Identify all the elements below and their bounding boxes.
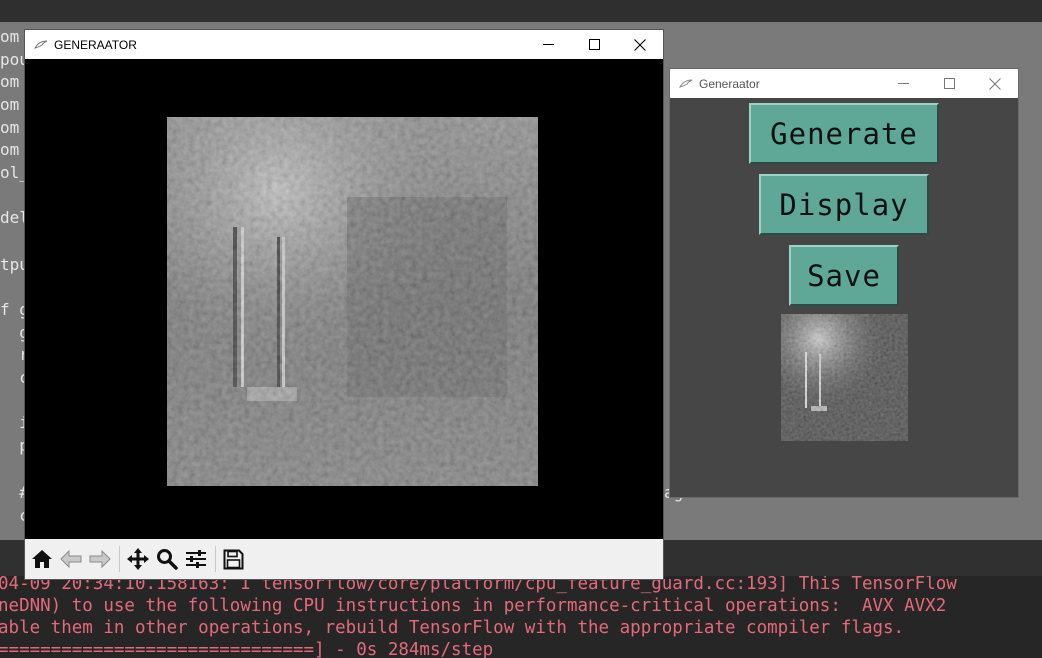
pan-icon [126, 548, 149, 570]
maximize-icon [588, 39, 600, 50]
code-line: om [0, 95, 20, 114]
close-icon [989, 77, 1001, 90]
home-icon [31, 550, 52, 568]
zoom-icon [156, 549, 178, 570]
pan-button[interactable] [126, 548, 149, 571]
forward-icon [89, 550, 111, 568]
figure-window: GENERAATOR [24, 29, 664, 580]
window-title: Generaator [699, 76, 760, 91]
back-button[interactable] [59, 548, 82, 571]
toolbar-separator [215, 546, 216, 572]
generated-image [167, 117, 538, 486]
maximize-button[interactable] [571, 30, 617, 59]
code-line: om [0, 27, 20, 46]
display-button[interactable]: Display [759, 174, 929, 235]
terminal-line: ==============================] - 0s 284… [0, 640, 494, 658]
minimize-icon [542, 44, 554, 45]
toolbar-separator [119, 546, 120, 572]
editor-tab-bar [0, 0, 1042, 22]
feather-icon [679, 79, 693, 89]
window-title: GENERAATOR [54, 37, 137, 52]
configure-subplots-icon [185, 550, 206, 568]
maximize-icon [943, 78, 955, 89]
close-icon [634, 38, 646, 51]
terminal-output[interactable]: 04-09 20:34:10.158163: I tensorflow/core… [0, 576, 1042, 658]
code-line: om [0, 118, 20, 137]
code-line: om [0, 140, 20, 159]
generate-button[interactable]: Generate [749, 103, 939, 164]
minimize-icon [897, 83, 909, 84]
close-button[interactable] [972, 69, 1018, 98]
app-titlebar[interactable]: Generaator [670, 69, 1018, 98]
save-icon [223, 549, 244, 569]
code-line: om [0, 72, 20, 91]
figure-titlebar[interactable]: GENERAATOR [25, 30, 663, 59]
save-button[interactable]: Save [789, 245, 899, 306]
minimize-button[interactable] [525, 30, 571, 59]
generated-image-thumbnail [781, 314, 908, 441]
configure-subplots-button[interactable] [184, 548, 207, 571]
zoom-button[interactable] [155, 548, 178, 571]
figure-canvas[interactable] [25, 59, 663, 539]
forward-button[interactable] [88, 548, 111, 571]
maximize-button[interactable] [926, 69, 972, 98]
save-figure-button[interactable] [222, 548, 245, 571]
close-button[interactable] [617, 30, 663, 59]
back-icon [59, 550, 81, 568]
terminal-line: neDNN) to use the following CPU instruct… [0, 596, 947, 616]
feather-icon [34, 40, 48, 50]
generator-app-window: Generaator Generate Display Save [669, 68, 1019, 498]
navigation-toolbar [25, 539, 663, 579]
minimize-button[interactable] [880, 69, 926, 98]
home-button[interactable] [30, 548, 53, 571]
terminal-line: able them in other operations, rebuild T… [0, 618, 905, 638]
